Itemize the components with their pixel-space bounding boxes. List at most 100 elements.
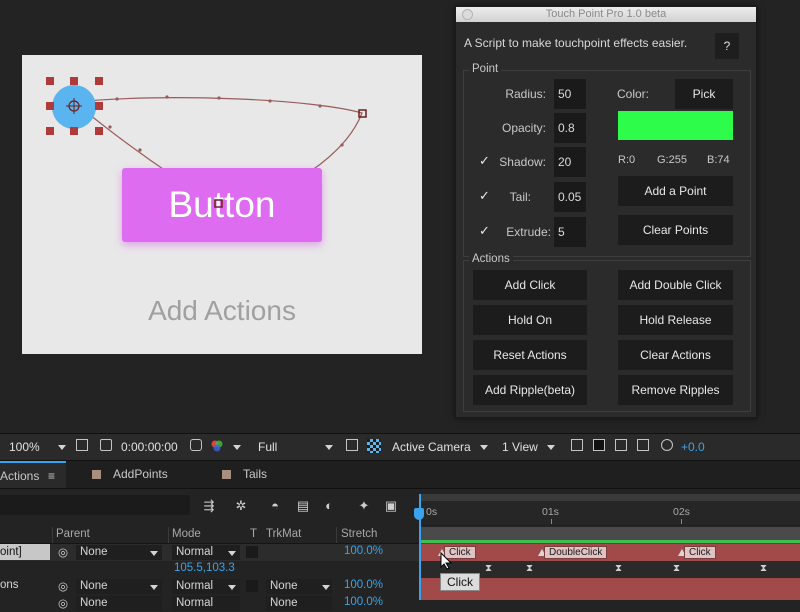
pickwhip-icon[interactable]: ◎ <box>58 596 68 610</box>
tail-input[interactable]: 0.05 <box>554 182 586 212</box>
timeline-icon[interactable] <box>615 439 627 451</box>
safe-area-icon[interactable] <box>100 439 112 451</box>
chevron-down-icon[interactable] <box>228 551 236 556</box>
column-stretch[interactable]: Stretch <box>341 528 377 540</box>
pickwhip-icon[interactable]: ◎ <box>58 579 68 593</box>
trkmat-value: None <box>270 580 298 592</box>
keyframe-icon[interactable]: ⧗ <box>760 563 767 574</box>
chevron-down-icon[interactable] <box>547 445 555 450</box>
chevron-down-icon[interactable] <box>150 551 158 556</box>
column-parent[interactable]: Parent <box>56 528 90 540</box>
exposure-icon[interactable] <box>661 439 673 451</box>
chevron-down-icon[interactable] <box>228 585 236 590</box>
shy-layers-icon[interactable]: ◓ <box>268 499 282 513</box>
panel-close-button[interactable] <box>462 9 473 20</box>
preserve-transparency-checkbox[interactable] <box>246 546 258 558</box>
stretch-value[interactable]: 100.0% <box>344 579 383 591</box>
clear-points-button[interactable]: Clear Points <box>618 215 733 245</box>
playhead-handle[interactable] <box>414 508 424 520</box>
grid-icon[interactable] <box>76 439 88 451</box>
hold-release-button[interactable]: Hold Release <box>618 305 733 335</box>
tab-tails[interactable]: Tails <box>243 461 267 488</box>
shadow-input[interactable]: 20 <box>554 147 586 177</box>
add-double-click-button[interactable]: Add Double Click <box>618 270 733 300</box>
layer-row[interactable]: ons ◎ None Normal None 100.0% <box>0 578 420 595</box>
view-layout-select[interactable]: 1 View <box>502 440 538 454</box>
keyframe-icon[interactable]: ⧗ <box>615 563 622 574</box>
transparency-grid-icon[interactable] <box>367 439 381 453</box>
parent-value: None <box>80 597 108 609</box>
composition-flowchart-icon[interactable]: ⇶ <box>202 499 216 513</box>
column-mode[interactable]: Mode <box>172 528 201 540</box>
panel-titlebar[interactable]: Touch Point Pro 1.0 beta <box>456 7 756 22</box>
column-separator <box>336 527 337 543</box>
pick-color-button[interactable]: Pick <box>675 79 733 109</box>
stretch-value[interactable]: 100.0% <box>344 596 383 608</box>
channels-icon[interactable] <box>210 439 224 453</box>
mode-select[interactable]: Normal <box>172 596 240 611</box>
stretch-value[interactable]: 100.0% <box>344 545 383 557</box>
column-t[interactable]: T <box>250 528 257 540</box>
column-trkmat[interactable]: TrkMat <box>266 528 301 540</box>
layer-name[interactable]: oint] <box>0 544 50 560</box>
tab-addpoints[interactable]: AddPoints <box>113 461 168 488</box>
camera-select[interactable]: Active Camera <box>392 440 471 454</box>
frame-blending-icon[interactable]: ▤ <box>296 499 310 513</box>
zoom-select[interactable]: 100% <box>9 440 40 454</box>
timecode[interactable]: 0:00:00:00 <box>121 440 178 454</box>
pickwhip-icon[interactable]: ◎ <box>58 545 68 559</box>
flowchart-icon[interactable] <box>637 439 649 451</box>
resolution-select[interactable]: Full <box>258 440 277 454</box>
motion-blur-icon[interactable]: ◐ <box>322 499 336 513</box>
tab-actions[interactable]: Actions ≡ <box>0 461 66 488</box>
trkmat-select[interactable]: None <box>266 596 332 611</box>
tab-menu-icon[interactable]: ≡ <box>48 463 55 490</box>
viewer-toolbar: 100% 0:00:00:00 Full Active Camera 1 Vie… <box>0 433 800 461</box>
layer-search-input[interactable] <box>0 495 190 515</box>
keyframe-icon[interactable]: ⧗ <box>673 563 680 574</box>
keyframe-icon[interactable]: ⧗ <box>526 563 533 574</box>
layer-name[interactable]: ons <box>0 579 19 591</box>
keyframe-icon[interactable]: ⧗ <box>485 563 492 574</box>
add-point-button[interactable]: Add a Point <box>618 176 733 206</box>
parent-select[interactable]: None <box>76 596 162 611</box>
add-click-button[interactable]: Add Click <box>473 270 587 300</box>
layer-bar[interactable] <box>420 595 800 600</box>
property-value[interactable]: 105.5,103.3 <box>174 562 235 574</box>
chevron-down-icon[interactable] <box>233 445 241 450</box>
opacity-input[interactable]: 0.8 <box>554 113 586 143</box>
time-ruler[interactable]: 0s 01s 02s <box>420 494 800 524</box>
layer-row[interactable]: ◎ None Normal None 100.0% <box>0 595 420 612</box>
help-button[interactable]: ? <box>715 33 739 59</box>
brainstorm-icon[interactable]: ✦ <box>357 499 371 513</box>
layer-bar[interactable] <box>420 544 800 561</box>
draft-3d-icon[interactable]: ✲ <box>234 499 248 513</box>
graph-editor-icon[interactable]: ▣ <box>384 499 398 513</box>
hold-on-button[interactable]: Hold On <box>473 305 587 335</box>
clear-actions-button[interactable]: Clear Actions <box>618 340 733 370</box>
color-swatch[interactable] <box>618 111 733 140</box>
chevron-down-icon[interactable] <box>322 585 330 590</box>
radius-input[interactable]: 50 <box>554 79 586 109</box>
region-of-interest-icon[interactable] <box>346 439 358 451</box>
marker-label[interactable]: DoubleClick <box>544 546 608 559</box>
chevron-down-icon[interactable] <box>150 585 158 590</box>
chevron-down-icon[interactable] <box>58 445 66 450</box>
reset-actions-button[interactable]: Reset Actions <box>473 340 587 370</box>
exposure-value[interactable]: +0.0 <box>681 440 705 454</box>
add-ripple-button[interactable]: Add Ripple(beta) <box>473 375 587 405</box>
chevron-down-icon[interactable] <box>325 445 333 450</box>
chevron-down-icon[interactable] <box>480 445 488 450</box>
pixel-aspect-icon[interactable] <box>571 439 583 451</box>
layer-row[interactable]: oint] ◎ None Normal 100.0% <box>0 544 420 561</box>
remove-ripples-button[interactable]: Remove Ripples <box>618 375 733 405</box>
work-area-bar[interactable] <box>420 494 800 501</box>
marker-label[interactable]: Click <box>684 546 716 559</box>
layer-duration-bar[interactable] <box>420 540 800 543</box>
trkmat-value: None <box>270 597 298 609</box>
extrude-input[interactable]: 5 <box>554 217 586 247</box>
fast-preview-icon[interactable] <box>593 439 605 451</box>
preserve-transparency-checkbox[interactable] <box>246 580 258 592</box>
camera-icon[interactable] <box>190 439 202 451</box>
composition-canvas[interactable]: Button Add Actions <box>22 55 422 354</box>
